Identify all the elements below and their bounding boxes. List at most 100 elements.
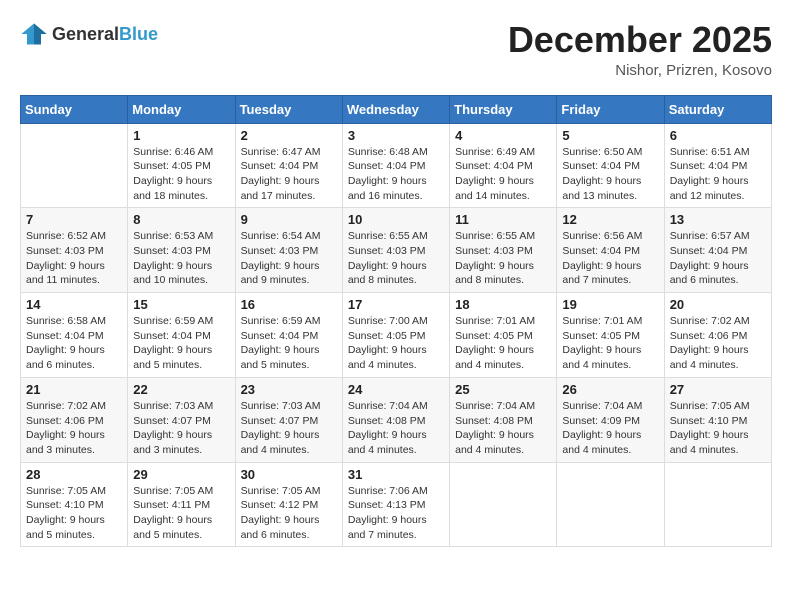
day-info: Sunrise: 7:06 AMSunset: 4:13 PMDaylight:… <box>348 484 444 543</box>
day-info: Sunrise: 7:05 AMSunset: 4:12 PMDaylight:… <box>241 484 337 543</box>
day-number: 10 <box>348 212 444 227</box>
calendar-cell: 12 Sunrise: 6:56 AMSunset: 4:04 PMDayligh… <box>557 208 664 293</box>
calendar-cell: 8 Sunrise: 6:53 AMSunset: 4:03 PMDaylight… <box>128 208 235 293</box>
calendar-cell: 15 Sunrise: 6:59 AMSunset: 4:04 PMDayligh… <box>128 293 235 378</box>
weekday-header-wednesday: Wednesday <box>342 95 449 123</box>
day-number: 14 <box>26 297 122 312</box>
day-info: Sunrise: 6:54 AMSunset: 4:03 PMDaylight:… <box>241 229 337 288</box>
day-number: 26 <box>562 382 658 397</box>
day-number: 27 <box>670 382 766 397</box>
day-info: Sunrise: 7:03 AMSunset: 4:07 PMDaylight:… <box>133 399 229 458</box>
calendar-cell: 19 Sunrise: 7:01 AMSunset: 4:05 PMDayligh… <box>557 293 664 378</box>
page-header: General Blue December 2025 Nishor, Prizr… <box>20 20 772 79</box>
day-number: 17 <box>348 297 444 312</box>
calendar-cell: 26 Sunrise: 7:04 AMSunset: 4:09 PMDayligh… <box>557 377 664 462</box>
calendar-cell <box>450 462 557 547</box>
day-info: Sunrise: 7:04 AMSunset: 4:09 PMDaylight:… <box>562 399 658 458</box>
weekday-header-monday: Monday <box>128 95 235 123</box>
day-info: Sunrise: 7:04 AMSunset: 4:08 PMDaylight:… <box>348 399 444 458</box>
calendar-week-1: 1 Sunrise: 6:46 AMSunset: 4:05 PMDaylight… <box>21 123 772 208</box>
day-number: 1 <box>133 128 229 143</box>
calendar-cell: 21Sunrise: 7:02 AMSunset: 4:06 PMDayligh… <box>21 377 128 462</box>
calendar-cell: 13 Sunrise: 6:57 AMSunset: 4:04 PMDayligh… <box>664 208 771 293</box>
calendar-cell: 6 Sunrise: 6:51 AMSunset: 4:04 PMDaylight… <box>664 123 771 208</box>
day-info: Sunrise: 6:51 AMSunset: 4:04 PMDaylight:… <box>670 145 766 204</box>
day-number: 11 <box>455 212 551 227</box>
day-info: Sunrise: 7:00 AMSunset: 4:05 PMDaylight:… <box>348 314 444 373</box>
day-info: Sunrise: 7:05 AMSunset: 4:10 PMDaylight:… <box>26 484 122 543</box>
day-info: Sunrise: 6:56 AMSunset: 4:04 PMDaylight:… <box>562 229 658 288</box>
day-info: Sunrise: 6:50 AMSunset: 4:04 PMDaylight:… <box>562 145 658 204</box>
location-subtitle: Nishor, Prizren, Kosovo <box>508 62 772 79</box>
day-number: 8 <box>133 212 229 227</box>
day-number: 5 <box>562 128 658 143</box>
calendar-cell: 23Sunrise: 7:03 AMSunset: 4:07 PMDayligh… <box>235 377 342 462</box>
calendar-cell: 10Sunrise: 6:55 AMSunset: 4:03 PMDayligh… <box>342 208 449 293</box>
day-info: Sunrise: 6:58 AMSunset: 4:04 PMDaylight:… <box>26 314 122 373</box>
day-info: Sunrise: 6:55 AMSunset: 4:03 PMDaylight:… <box>455 229 551 288</box>
day-number: 16 <box>241 297 337 312</box>
calendar-cell: 18 Sunrise: 7:01 AMSunset: 4:05 PMDayligh… <box>450 293 557 378</box>
day-number: 18 <box>455 297 551 312</box>
day-info: Sunrise: 6:53 AMSunset: 4:03 PMDaylight:… <box>133 229 229 288</box>
day-number: 19 <box>562 297 658 312</box>
day-number: 22 <box>133 382 229 397</box>
weekday-header-thursday: Thursday <box>450 95 557 123</box>
calendar-cell: 27 Sunrise: 7:05 AMSunset: 4:10 PMDayligh… <box>664 377 771 462</box>
day-info: Sunrise: 6:59 AMSunset: 4:04 PMDaylight:… <box>133 314 229 373</box>
day-number: 13 <box>670 212 766 227</box>
day-number: 30 <box>241 467 337 482</box>
day-info: Sunrise: 7:01 AMSunset: 4:05 PMDaylight:… <box>562 314 658 373</box>
day-info: Sunrise: 6:57 AMSunset: 4:04 PMDaylight:… <box>670 229 766 288</box>
calendar-cell: 24Sunrise: 7:04 AMSunset: 4:08 PMDayligh… <box>342 377 449 462</box>
month-title: December 2025 <box>508 20 772 60</box>
day-info: Sunrise: 7:01 AMSunset: 4:05 PMDaylight:… <box>455 314 551 373</box>
day-info: Sunrise: 7:04 AMSunset: 4:08 PMDaylight:… <box>455 399 551 458</box>
day-number: 29 <box>133 467 229 482</box>
calendar-week-4: 21Sunrise: 7:02 AMSunset: 4:06 PMDayligh… <box>21 377 772 462</box>
weekday-header-friday: Friday <box>557 95 664 123</box>
day-number: 21 <box>26 382 122 397</box>
calendar-cell: 14 Sunrise: 6:58 AMSunset: 4:04 PMDayligh… <box>21 293 128 378</box>
day-info: Sunrise: 6:48 AMSunset: 4:04 PMDaylight:… <box>348 145 444 204</box>
calendar-cell: 17 Sunrise: 7:00 AMSunset: 4:05 PMDayligh… <box>342 293 449 378</box>
calendar-cell: 3 Sunrise: 6:48 AMSunset: 4:04 PMDaylight… <box>342 123 449 208</box>
day-info: Sunrise: 6:52 AMSunset: 4:03 PMDaylight:… <box>26 229 122 288</box>
day-info: Sunrise: 6:49 AMSunset: 4:04 PMDaylight:… <box>455 145 551 204</box>
calendar-cell: 9Sunrise: 6:54 AMSunset: 4:03 PMDaylight… <box>235 208 342 293</box>
logo: General Blue <box>20 20 158 48</box>
weekday-header-saturday: Saturday <box>664 95 771 123</box>
day-number: 2 <box>241 128 337 143</box>
calendar-cell: 7 Sunrise: 6:52 AMSunset: 4:03 PMDaylight… <box>21 208 128 293</box>
calendar-cell: 29Sunrise: 7:05 AMSunset: 4:11 PMDayligh… <box>128 462 235 547</box>
day-number: 12 <box>562 212 658 227</box>
day-number: 3 <box>348 128 444 143</box>
day-number: 7 <box>26 212 122 227</box>
day-number: 4 <box>455 128 551 143</box>
day-info: Sunrise: 7:03 AMSunset: 4:07 PMDaylight:… <box>241 399 337 458</box>
calendar-cell: 31 Sunrise: 7:06 AMSunset: 4:13 PMDayligh… <box>342 462 449 547</box>
logo-icon <box>20 20 48 48</box>
calendar-cell <box>21 123 128 208</box>
day-number: 25 <box>455 382 551 397</box>
calendar-cell: 5 Sunrise: 6:50 AMSunset: 4:04 PMDaylight… <box>557 123 664 208</box>
calendar-cell: 4 Sunrise: 6:49 AMSunset: 4:04 PMDaylight… <box>450 123 557 208</box>
calendar-cell: 20 Sunrise: 7:02 AMSunset: 4:06 PMDayligh… <box>664 293 771 378</box>
day-number: 15 <box>133 297 229 312</box>
calendar-cell: 25 Sunrise: 7:04 AMSunset: 4:08 PMDayligh… <box>450 377 557 462</box>
calendar-cell: 1 Sunrise: 6:46 AMSunset: 4:05 PMDaylight… <box>128 123 235 208</box>
day-number: 6 <box>670 128 766 143</box>
calendar-cell: 30 Sunrise: 7:05 AMSunset: 4:12 PMDayligh… <box>235 462 342 547</box>
day-number: 31 <box>348 467 444 482</box>
calendar-cell: 2 Sunrise: 6:47 AMSunset: 4:04 PMDaylight… <box>235 123 342 208</box>
day-number: 20 <box>670 297 766 312</box>
day-info: Sunrise: 6:46 AMSunset: 4:05 PMDaylight:… <box>133 145 229 204</box>
day-info: Sunrise: 7:02 AMSunset: 4:06 PMDaylight:… <box>670 314 766 373</box>
day-info: Sunrise: 6:47 AMSunset: 4:04 PMDaylight:… <box>241 145 337 204</box>
calendar-table: SundayMondayTuesdayWednesdayThursdayFrid… <box>20 95 772 548</box>
day-info: Sunrise: 7:05 AMSunset: 4:10 PMDaylight:… <box>670 399 766 458</box>
calendar-cell <box>557 462 664 547</box>
calendar-cell: 28 Sunrise: 7:05 AMSunset: 4:10 PMDayligh… <box>21 462 128 547</box>
day-info: Sunrise: 6:59 AMSunset: 4:04 PMDaylight:… <box>241 314 337 373</box>
day-number: 28 <box>26 467 122 482</box>
